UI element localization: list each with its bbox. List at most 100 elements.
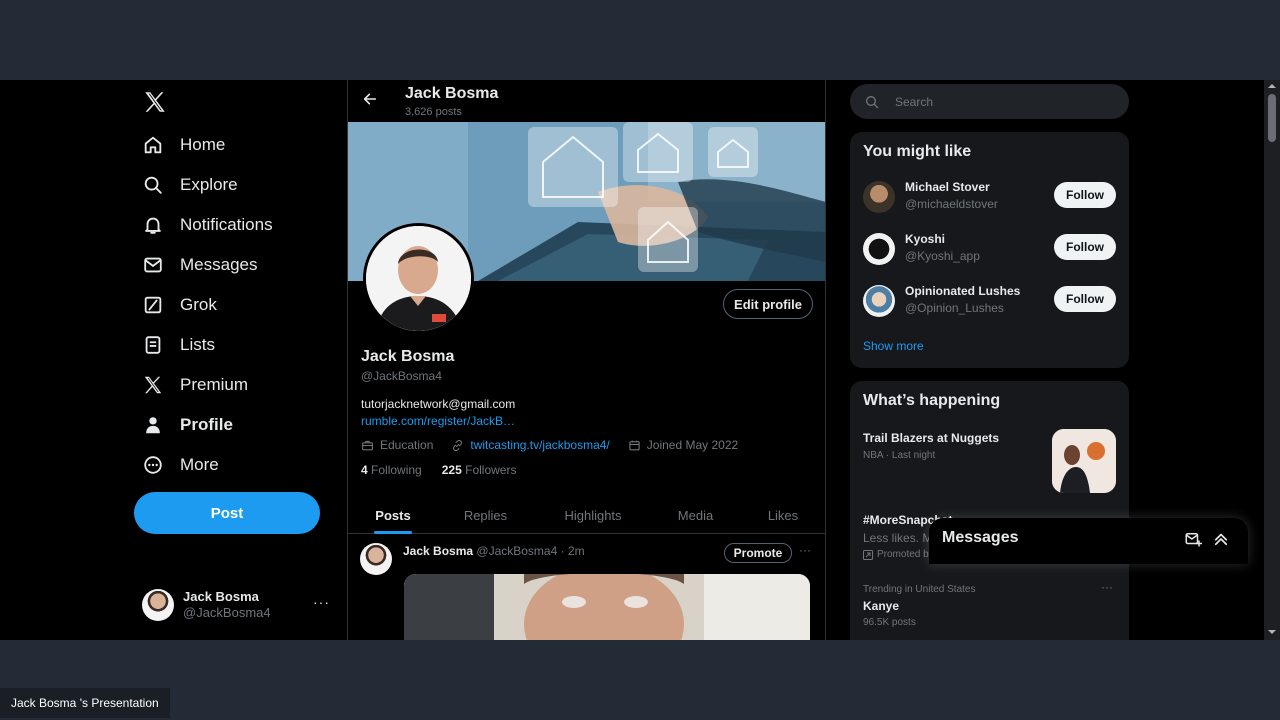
link-icon bbox=[453, 439, 463, 451]
follow-button[interactable]: Follow bbox=[1054, 286, 1116, 312]
profile-column: Jack Bosma 3,626 posts Edit profile Jack… bbox=[347, 80, 826, 640]
tweet-media[interactable] bbox=[404, 574, 810, 640]
header-name: Jack Bosma bbox=[405, 85, 499, 102]
nav-notifications[interactable]: Notifications bbox=[142, 207, 273, 243]
tab-likes-label: Likes bbox=[767, 507, 799, 523]
profile-handle: @JackBosma4 bbox=[361, 369, 442, 383]
header-post-count: 3,626 posts bbox=[405, 106, 462, 118]
following-label: Following bbox=[371, 463, 422, 477]
nav-profile[interactable]: Profile bbox=[142, 407, 233, 443]
back-arrow-icon[interactable] bbox=[362, 91, 378, 107]
avatar bbox=[863, 181, 895, 213]
following-count: 4 bbox=[361, 463, 368, 477]
new-message-icon[interactable] bbox=[1184, 530, 1202, 548]
left-sidebar: Home Explore Notifications Messages Grok bbox=[134, 80, 347, 640]
tweet-header: Jack Bosma @JackBosma4 · 2m bbox=[403, 544, 585, 558]
scroll-up-icon[interactable] bbox=[1268, 82, 1276, 90]
follow-stats: 4 Following 225 Followers bbox=[361, 463, 516, 477]
nav-messages[interactable]: Messages bbox=[142, 247, 257, 283]
trend-post-count: 96.5K posts bbox=[863, 617, 916, 628]
page-scrollbar[interactable] bbox=[1264, 80, 1280, 640]
trend-title: Kanye bbox=[863, 599, 900, 613]
trend-subtitle: NBA · Last night bbox=[863, 450, 936, 461]
nav-premium-label: Premium bbox=[180, 375, 249, 394]
profile-tabs: Posts Replies Highlights Media Likes bbox=[348, 496, 825, 534]
whats-happening-title: What’s happening bbox=[863, 392, 1001, 409]
suggestion-handle: @Opinion_Lushes bbox=[905, 301, 1004, 315]
suggestion-handle: @Kyoshi_app bbox=[905, 249, 980, 263]
nav-home-label: Home bbox=[180, 135, 226, 154]
nav-profile-label: Profile bbox=[180, 415, 233, 434]
tweet-author-name[interactable]: Jack Bosma bbox=[403, 544, 473, 558]
profile-name: Jack Bosma bbox=[361, 348, 455, 365]
tab-highlights-label: Highlights bbox=[564, 507, 622, 523]
followers-label: Followers bbox=[465, 463, 517, 477]
bell-icon bbox=[142, 214, 164, 236]
scroll-down-icon[interactable] bbox=[1268, 628, 1276, 636]
account-more-icon[interactable]: ··· bbox=[313, 594, 330, 610]
nav-home[interactable]: Home bbox=[142, 127, 225, 163]
show-more-link[interactable]: Show more bbox=[863, 339, 924, 353]
nav-explore[interactable]: Explore bbox=[142, 167, 238, 203]
nav-premium[interactable]: Premium bbox=[142, 367, 248, 403]
list-icon bbox=[142, 334, 164, 356]
tweet-media-image bbox=[404, 574, 810, 640]
tweet-avatar[interactable] bbox=[360, 543, 392, 575]
scrollbar-thumb[interactable] bbox=[1268, 94, 1276, 142]
avatar bbox=[142, 589, 174, 621]
calendar-icon bbox=[629, 440, 640, 450]
envelope-icon bbox=[142, 254, 164, 276]
tab-posts[interactable]: Posts bbox=[348, 496, 438, 534]
suggestion-item[interactable]: Michael Stover @michaeldstover Follow bbox=[863, 177, 1116, 217]
suggestion-item[interactable]: Kyoshi @Kyoshi_app Follow bbox=[863, 229, 1116, 269]
x-logo-icon bbox=[142, 374, 164, 396]
nav-more[interactable]: More bbox=[142, 447, 219, 483]
suggestion-item[interactable]: Opinionated Lushes @Opinion_Lushes Follo… bbox=[863, 281, 1116, 321]
presentation-caption: Jack Bosma 's Presentation bbox=[0, 688, 170, 718]
followers-link[interactable]: 225 Followers bbox=[442, 463, 517, 477]
suggestion-handle: @michaeldstover bbox=[905, 197, 998, 211]
home-icon bbox=[142, 134, 164, 156]
nav-lists[interactable]: Lists bbox=[142, 327, 215, 363]
profile-avatar[interactable] bbox=[363, 223, 474, 334]
follow-button[interactable]: Follow bbox=[1054, 234, 1116, 260]
tweet-more-icon[interactable]: ··· bbox=[799, 543, 811, 557]
tweet-author-meta: @JackBosma4 · 2m bbox=[476, 544, 585, 558]
profile-website-link[interactable]: twitcasting.tv/jackbosma4/ bbox=[470, 438, 609, 452]
trend-more-icon[interactable]: ··· bbox=[1101, 580, 1113, 594]
account-switcher[interactable]: Jack Bosma @JackBosma4 ··· bbox=[142, 585, 332, 625]
edit-profile-button[interactable]: Edit profile bbox=[723, 289, 813, 319]
nav-grok[interactable]: Grok bbox=[142, 287, 217, 323]
nav-messages-label: Messages bbox=[180, 255, 258, 274]
tab-highlights[interactable]: Highlights bbox=[543, 496, 643, 534]
follow-button[interactable]: Follow bbox=[1054, 182, 1116, 208]
suggestion-name: Opinionated Lushes bbox=[905, 284, 1021, 298]
profile-joined-date: Joined May 2022 bbox=[646, 438, 739, 452]
suggestion-name: Michael Stover bbox=[905, 180, 990, 194]
profile-photo bbox=[366, 226, 471, 331]
post-button[interactable]: Post bbox=[134, 492, 320, 534]
promote-button[interactable]: Promote bbox=[724, 543, 792, 563]
profile-meta: Education twitcasting.tv/jackbosma4/ Joi… bbox=[361, 438, 738, 452]
double-chevron-up-icon[interactable] bbox=[1212, 530, 1230, 548]
tab-replies[interactable]: Replies bbox=[443, 496, 528, 534]
avatar bbox=[863, 233, 895, 265]
avatar bbox=[863, 285, 895, 317]
profile-header-bar: Jack Bosma 3,626 posts bbox=[348, 80, 825, 122]
nav-more-label: More bbox=[180, 455, 219, 474]
more-circle-icon bbox=[142, 454, 164, 476]
briefcase-icon bbox=[362, 440, 373, 450]
search-bar[interactable] bbox=[850, 84, 1129, 119]
messages-drawer-title: Messages bbox=[942, 529, 1019, 546]
search-input[interactable] bbox=[895, 94, 1095, 109]
trend-context: Trending in United States bbox=[863, 584, 976, 595]
x-logo-icon[interactable] bbox=[142, 89, 168, 115]
tab-likes[interactable]: Likes bbox=[748, 496, 818, 534]
followers-count: 225 bbox=[441, 463, 462, 477]
tab-media[interactable]: Media bbox=[658, 496, 733, 534]
profile-bio-link[interactable]: rumble.com/register/JackB… bbox=[361, 414, 515, 428]
following-link[interactable]: 4 Following bbox=[361, 463, 422, 477]
messages-drawer[interactable]: Messages bbox=[929, 518, 1248, 564]
whats-happening-card: What’s happening Trail Blazers at Nugget… bbox=[850, 381, 1129, 640]
search-icon bbox=[866, 95, 879, 108]
